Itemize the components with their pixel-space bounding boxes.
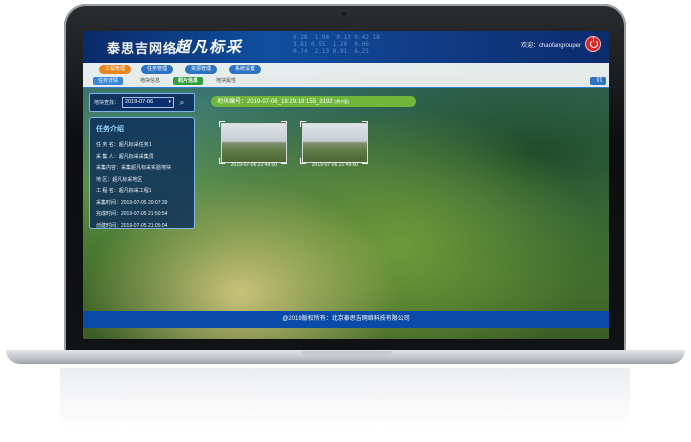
task-info-row: 采集时间：2019-07-05 20:07:39 [96,199,168,206]
date-value: 2019-07-06 [125,99,154,105]
task-info-row: 采集内容：采集超凡标采实验地块 [96,165,172,171]
brand-name: 泰思吉网络 [107,42,178,57]
sub-nav: 任务详情 地块信息 照片信息 地块属性 《《 [83,75,609,88]
tab-system-settings[interactable]: 系统设置 [229,65,262,74]
subnav-photo-info[interactable]: 照片信息 [173,77,204,85]
photo-count: (共2张) [334,99,349,104]
task-info-list: 任 务 名：超凡标采任务1 采 集 人：超凡标采采集员 采集内容：采集超凡标采实… [96,140,171,232]
task-info-row: 任 务 名：超凡标采任务1 [96,142,152,148]
photo-image[interactable] [221,123,287,163]
task-info-row: 创建时间：2019-07-05 21:05:04 [96,222,168,229]
plot-id-bar: 地块编号：2019-07-06_18:29:18:155_3192 (共2张) [211,96,416,107]
plot-id: 地块编号：2019-07-06_18:29:18:155_3192 [217,99,333,105]
task-info-row: 地 区：超凡标采地区 [96,176,143,183]
photo-time: 2019-07-06 21:49:00 [311,162,359,168]
tab-resource-management[interactable]: 资源管理 [185,65,218,74]
laptop-frame: 0.28 1.04 0.13 0.42 18 3.81 0.55 1.20 0.… [0,0,691,442]
task-info-row: 采 集 人：超凡标采采集员 [96,153,154,160]
tab-task-management[interactable]: 任务管理 [141,65,174,74]
collapse-button[interactable]: 《《 [590,77,606,85]
task-detail-button[interactable]: 任务详情 [93,77,124,85]
app-screen: 0.28 1.04 0.13 0.42 18 3.81 0.55 1.20 0.… [83,31,609,339]
search-label: 地块查找： [94,100,120,106]
subnav-plot-attributes[interactable]: 地块属性 [211,77,241,85]
date-select[interactable]: 2019-07-06 ▾ [122,97,174,108]
search-icon[interactable]: ⌕ [176,97,188,108]
task-info-title: 任务介绍 [96,126,124,133]
task-info-panel: 任务介绍 任 务 名：超凡标采任务1 采 集 人：超凡标采采集员 采集内容：采集… [89,117,195,229]
photo-image[interactable] [302,123,368,163]
welcome-text: 欢迎：chaofangrouper [521,40,581,49]
task-info-row: 完成时间：2019-07-05 21:50:54 [96,211,168,217]
chevron-down-icon: ▾ [168,99,171,105]
photo-time: 2019-07-06 21:49:00 [230,162,278,168]
subnav-plot-info[interactable]: 地块信息 [135,77,165,85]
photo-thumbnail[interactable]: 2019-07-06 21:49:00 [219,121,289,168]
banner-decoration: 0.28 1.04 0.13 0.42 18 3.81 0.55 1.20 0.… [293,34,380,55]
brand-slogan: 超凡标采 [175,38,244,56]
tab-project-management[interactable]: 工程管理 [99,65,132,74]
left-panel: 地块查找： 2019-07-06 ▾ ⌕ 任务介绍 任 务 名：超凡标采任务1 … [89,93,195,229]
username[interactable]: chaofangrouper [539,43,581,49]
main-menu: 工程管理 任务管理 资源管理 系统设置 [83,63,609,75]
header-banner: 0.28 1.04 0.13 0.42 18 3.81 0.55 1.20 0.… [83,31,609,63]
laptop-notch [302,351,392,356]
camera-icon [341,11,347,17]
plot-search: 地块查找： 2019-07-06 ▾ ⌕ [89,93,195,112]
footer-copyright: @2019版权所有：北京泰思吉网络科技有限公司 [83,311,609,328]
task-info-row: 工 程 名：超凡标采工程1 [96,188,152,194]
welcome-prefix: 欢迎： [520,43,539,49]
power-icon[interactable] [586,37,600,51]
photo-thumbnail[interactable]: 2019-07-06 21:49:00 [300,121,370,168]
laptop-reflection [60,368,630,428]
